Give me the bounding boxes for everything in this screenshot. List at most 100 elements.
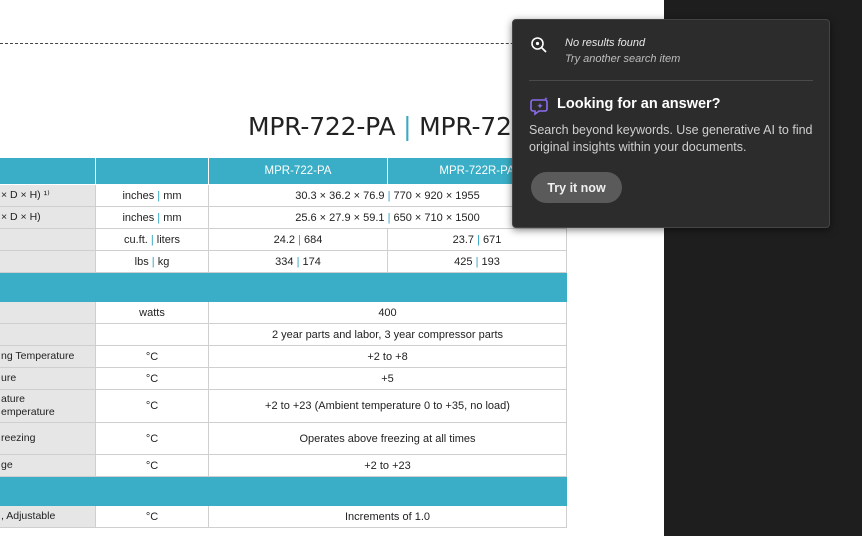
- value-imperial: 23.7: [452, 233, 475, 246]
- search-results-popup: No results found Try another search item…: [512, 19, 830, 228]
- row-label: reezing: [0, 422, 96, 455]
- row-label: , Adjustable: [0, 505, 96, 528]
- row-unit: [95, 323, 209, 346]
- table-row: × D × H) ¹⁾ inches | mm 30.3 × 36.2 × 76.9…: [0, 184, 567, 207]
- row-unit: cu.ft. | liters: [95, 228, 209, 251]
- row-value: 2 year parts and labor, 3 year compresso…: [208, 323, 567, 346]
- row-label: ature emperature: [0, 389, 96, 423]
- value-metric: 671: [483, 233, 502, 246]
- table-row: × D × H) inches | mm 25.6 × 27.9 × 59.1 | …: [0, 206, 567, 229]
- value-imperial: 425: [454, 255, 473, 268]
- value-imperial: 24.2: [273, 233, 296, 246]
- value-metric: 650 × 710 × 1500: [393, 211, 480, 224]
- table-row: ature emperature °C +2 to +23 (Ambient temp…: [0, 389, 567, 423]
- row-label-line: , Adjustable: [1, 510, 56, 522]
- unit-separator: |: [387, 189, 391, 202]
- unit-separator: |: [150, 233, 154, 246]
- unit-separator: |: [475, 255, 479, 268]
- row-label-line: reezing: [1, 432, 36, 444]
- row-unit: °C: [95, 454, 209, 477]
- row-value-col2: 23.7 | 671: [387, 228, 567, 251]
- table-row: lbs | kg 334 | 174 425 | 193: [0, 250, 567, 273]
- row-label-line: × D × H): [1, 211, 41, 223]
- try-another-text: Try another search item: [565, 53, 681, 65]
- popup-heading: Looking for an answer?: [557, 96, 721, 112]
- unit-b: mm: [163, 189, 182, 202]
- title-separator: |: [403, 112, 412, 141]
- unit-b: liters: [156, 233, 181, 246]
- unit-separator: |: [387, 211, 391, 224]
- header-blank: [0, 157, 96, 185]
- row-label-line: emperature: [1, 406, 55, 418]
- row-label-line: ge: [1, 459, 13, 471]
- unit-b: kg: [157, 255, 170, 268]
- unit-a: inches: [122, 211, 155, 224]
- search-zoom-icon: [531, 37, 547, 53]
- row-unit: watts: [95, 301, 209, 324]
- row-value: Operates above freezing at all times: [208, 422, 567, 455]
- unit-separator: |: [298, 233, 301, 246]
- unit-separator: |: [157, 189, 161, 202]
- row-value: +2 to +23 (Ambient temperature 0 to +35,…: [208, 389, 567, 423]
- row-label: [0, 301, 96, 324]
- row-label: [0, 250, 96, 273]
- unit-separator: |: [151, 255, 155, 268]
- row-unit: °C: [95, 345, 209, 368]
- row-label: ure: [0, 367, 96, 390]
- value-metric: 193: [481, 255, 500, 268]
- unit-a: cu.ft.: [123, 233, 148, 246]
- row-unit: lbs | kg: [95, 250, 209, 273]
- header-blank-unit: [95, 157, 209, 185]
- row-value: +2 to +8: [208, 345, 567, 368]
- value-metric: 684: [304, 233, 323, 246]
- row-unit: °C: [95, 389, 209, 423]
- table-row: reezing °C Operates above freezing at all …: [0, 422, 567, 455]
- value-imperial: 334: [275, 255, 294, 268]
- document-title: MPR-722-PA | MPR-722: [248, 112, 528, 141]
- unit-separator: |: [477, 233, 480, 246]
- row-label: [0, 323, 96, 346]
- row-value-col1: 334 | 174: [208, 250, 388, 273]
- value-imperial: 30.3 × 36.2 × 76.9: [295, 189, 385, 202]
- row-value: +5: [208, 367, 567, 390]
- table-row: ng Temperature °C +2 to +8: [0, 345, 567, 368]
- row-label: ge: [0, 454, 96, 477]
- table-header-row: MPR-722-PA MPR-722R-PA: [0, 157, 567, 185]
- row-label-line: ng Temperature: [1, 350, 75, 362]
- row-value: 400: [208, 301, 567, 324]
- unit-a: lbs: [134, 255, 149, 268]
- unit-separator: |: [296, 255, 300, 268]
- row-label: × D × H) ¹⁾: [0, 184, 96, 207]
- row-label: × D × H): [0, 206, 96, 229]
- row-unit: inches | mm: [95, 184, 209, 207]
- row-unit: °C: [95, 422, 209, 455]
- title-model-left: MPR-722-PA: [248, 112, 396, 141]
- row-label-line: × D × H) ¹⁾: [1, 189, 50, 201]
- popup-divider: [529, 80, 813, 81]
- no-results-text: No results found: [565, 37, 646, 49]
- row-value-col2: 425 | 193: [387, 250, 567, 273]
- value-imperial: 25.6 × 27.9 × 59.1: [295, 211, 385, 224]
- unit-b: mm: [163, 211, 182, 224]
- section-divider-row: [0, 476, 567, 506]
- row-label-line: ature: [1, 393, 25, 405]
- value-metric: 770 × 920 × 1955: [393, 189, 480, 202]
- unit-a: inches: [122, 189, 155, 202]
- table-row: watts 400: [0, 301, 567, 324]
- try-it-now-button[interactable]: Try it now: [531, 172, 622, 203]
- popup-description: Search beyond keywords. Use generative A…: [529, 123, 813, 154]
- spec-table: MPR-722-PA MPR-722R-PA × D × H) ¹⁾ inches…: [0, 157, 567, 528]
- row-label: ng Temperature: [0, 345, 96, 368]
- section-divider-row: [0, 272, 567, 302]
- table-row: 2 year parts and labor, 3 year compresso…: [0, 323, 567, 346]
- row-value: +2 to +23: [208, 454, 567, 477]
- table-row: , Adjustable °C Increments of 1.0: [0, 505, 567, 528]
- header-col1: MPR-722-PA: [208, 157, 388, 185]
- row-unit: °C: [95, 505, 209, 528]
- unit-separator: |: [157, 211, 161, 224]
- row-value-col1: 24.2 | 684: [208, 228, 388, 251]
- row-label: [0, 228, 96, 251]
- table-row: cu.ft. | liters 24.2 | 684 23.7 | 671: [0, 228, 567, 251]
- table-row: ure °C +5: [0, 367, 567, 390]
- value-metric: 174: [302, 255, 321, 268]
